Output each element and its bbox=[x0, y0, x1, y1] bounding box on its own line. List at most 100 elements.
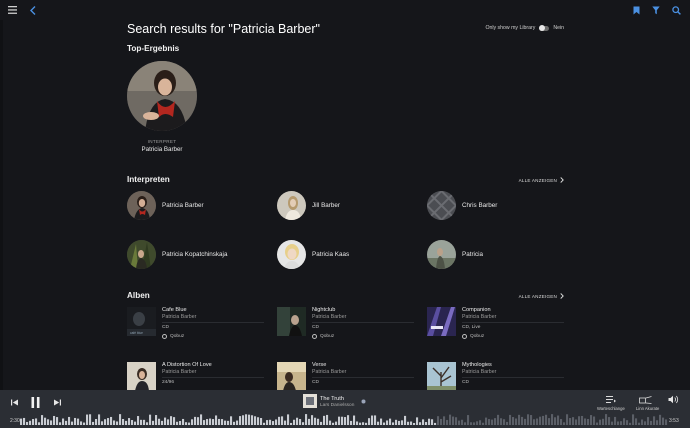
waveform-bar bbox=[557, 415, 560, 425]
album-title: Verse bbox=[312, 362, 327, 368]
waveform-bar bbox=[458, 420, 461, 425]
waveform-bar bbox=[476, 421, 479, 425]
album-item[interactable]: Companion Patricia Barber CD, Live Qobuz bbox=[427, 307, 566, 345]
waveform-bar bbox=[524, 418, 527, 425]
waveform-bar bbox=[374, 415, 377, 425]
album-title: A Distortion Of Love bbox=[162, 362, 212, 368]
waveform-bar bbox=[308, 418, 311, 425]
back-icon[interactable] bbox=[28, 5, 38, 15]
artist-item[interactable]: Patricia Kaas bbox=[277, 240, 349, 269]
waveform-bar bbox=[203, 420, 206, 425]
waveform-bar bbox=[143, 419, 146, 425]
queue-label[interactable]: Warteschlange bbox=[597, 406, 625, 411]
waveform-bar bbox=[593, 416, 596, 425]
library-filter[interactable]: Only show my Library Nein bbox=[485, 25, 564, 31]
waveform-bar bbox=[500, 418, 503, 425]
next-icon[interactable] bbox=[52, 397, 62, 407]
artist-name: Patricia Kopatchinskaja bbox=[162, 251, 228, 258]
library-toggle[interactable] bbox=[539, 25, 550, 31]
bookmark-icon[interactable] bbox=[631, 5, 641, 15]
waveform-bar bbox=[602, 418, 605, 425]
waveform-bar bbox=[140, 419, 143, 425]
album-item[interactable]: Nightclub Patricia Barber CD Qobuz bbox=[277, 307, 416, 345]
artist-item[interactable]: Patricia Kopatchinskaja bbox=[127, 240, 227, 269]
artists-show-all[interactable]: ALLE ANZEIGEN bbox=[519, 177, 564, 183]
waveform-bar bbox=[44, 417, 47, 425]
waveform-bar bbox=[269, 419, 272, 425]
album-divider bbox=[462, 322, 564, 323]
svg-text:café blue: café blue bbox=[130, 331, 143, 335]
zone-icon[interactable] bbox=[638, 395, 652, 404]
album-cover bbox=[277, 362, 306, 391]
waveform-bar bbox=[461, 419, 464, 425]
waveform-bar bbox=[212, 419, 215, 425]
artists-show-all-label: ALLE ANZEIGEN bbox=[518, 177, 557, 183]
zone-label[interactable]: Linn Akurate bbox=[636, 406, 659, 411]
waveform-bar bbox=[653, 416, 656, 425]
album-title: Mythologies bbox=[462, 362, 492, 368]
waveform-bar bbox=[77, 418, 80, 425]
album-source: Qobuz bbox=[312, 334, 334, 339]
search-icon[interactable] bbox=[671, 5, 681, 15]
artist-item[interactable]: Jill Barber bbox=[277, 191, 340, 220]
pause-icon[interactable] bbox=[29, 396, 41, 408]
waveform-bar bbox=[533, 419, 536, 425]
album-format: CD, Live bbox=[462, 325, 481, 330]
artist-name: Chris Barber bbox=[462, 202, 498, 209]
waveform-bar bbox=[248, 414, 251, 425]
waveform-bar bbox=[383, 422, 386, 425]
volume-icon[interactable] bbox=[667, 394, 679, 405]
waveform-bar bbox=[326, 414, 329, 425]
waveform-bar bbox=[305, 414, 308, 425]
waveform-bar bbox=[344, 417, 347, 425]
waveform-bar bbox=[551, 414, 554, 425]
waveform-bar bbox=[542, 415, 545, 425]
waveform-bar bbox=[251, 415, 254, 425]
waveform-bar bbox=[95, 419, 98, 425]
filter-icon[interactable] bbox=[651, 5, 661, 15]
album-divider bbox=[162, 377, 264, 378]
artist-item[interactable]: Patricia bbox=[427, 240, 483, 269]
waveform-bar bbox=[182, 418, 185, 425]
albums-show-all[interactable]: ALLE ANZEIGEN bbox=[519, 293, 564, 299]
now-playing-title[interactable]: The Truth bbox=[320, 396, 344, 402]
menu-icon[interactable] bbox=[7, 5, 17, 15]
previous-icon[interactable] bbox=[9, 397, 19, 407]
waveform-bar bbox=[386, 420, 389, 425]
waveform-bar bbox=[377, 421, 380, 425]
waveform-bar bbox=[101, 421, 104, 425]
album-cover bbox=[427, 362, 456, 391]
now-playing-cover[interactable] bbox=[303, 394, 317, 408]
waveform-bar bbox=[506, 421, 509, 425]
waveform-bar bbox=[635, 418, 638, 425]
artist-item[interactable]: Chris Barber bbox=[427, 191, 497, 220]
top-result-name[interactable]: Patricia Barber bbox=[127, 146, 197, 153]
waveform-bar bbox=[617, 421, 620, 425]
top-result-avatar[interactable] bbox=[127, 61, 197, 131]
waveform-bar bbox=[647, 417, 650, 425]
now-playing-artist[interactable]: Lars Danielsson bbox=[320, 403, 354, 408]
waveform-bar bbox=[278, 416, 281, 425]
top-bar bbox=[0, 0, 690, 20]
waveform-bar bbox=[23, 417, 26, 425]
waveform-bar bbox=[494, 418, 497, 425]
waveform-bar bbox=[293, 419, 296, 425]
waveform-bar bbox=[626, 420, 629, 425]
waveform-bar bbox=[317, 418, 320, 425]
album-source: Qobuz bbox=[462, 334, 484, 339]
waveform-bar bbox=[575, 419, 578, 425]
waveform-bar bbox=[416, 417, 419, 425]
waveform-bar bbox=[434, 422, 437, 425]
artist-item[interactable]: Patricia Barber bbox=[127, 191, 204, 220]
waveform-bar bbox=[629, 422, 632, 425]
waveform-bar bbox=[359, 422, 362, 425]
waveform-bar bbox=[131, 420, 134, 425]
duration-time: 3:53 bbox=[669, 418, 679, 424]
album-item[interactable]: café blue Cafe Blue Patricia Barber CD Q… bbox=[127, 307, 266, 345]
waveform-bar bbox=[239, 416, 242, 425]
waveform-bar bbox=[122, 418, 125, 425]
queue-icon[interactable] bbox=[605, 395, 617, 404]
waveform-bar bbox=[503, 419, 506, 425]
waveform-seekbar[interactable] bbox=[20, 412, 668, 425]
waveform-bar bbox=[200, 414, 203, 425]
